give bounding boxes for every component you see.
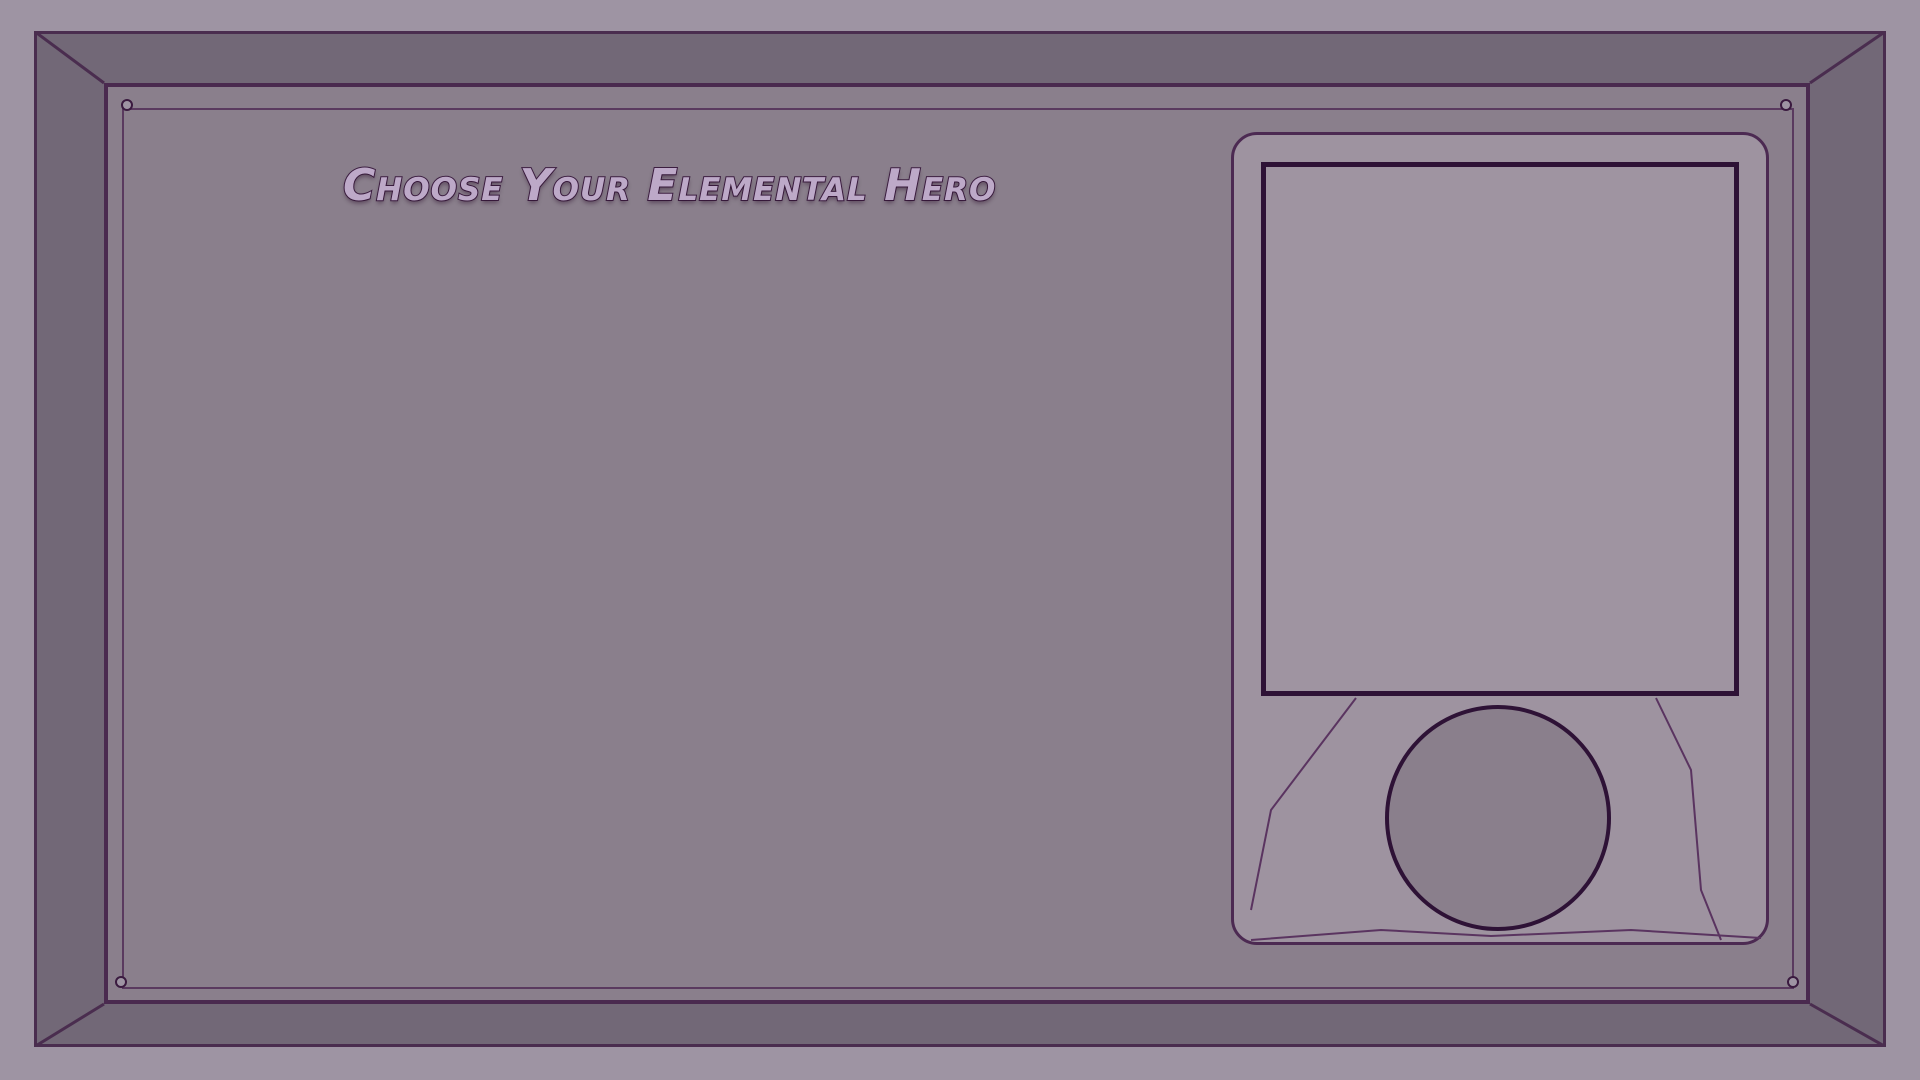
page-title: Choose Your Elemental Hero	[342, 159, 997, 212]
screw-icon	[1787, 976, 1799, 988]
screw-icon	[121, 99, 133, 111]
hero-portrait-slot[interactable]	[1261, 162, 1739, 696]
screw-icon	[1780, 99, 1792, 111]
element-emblem-slot[interactable]	[1385, 705, 1611, 931]
screw-icon	[115, 976, 127, 988]
